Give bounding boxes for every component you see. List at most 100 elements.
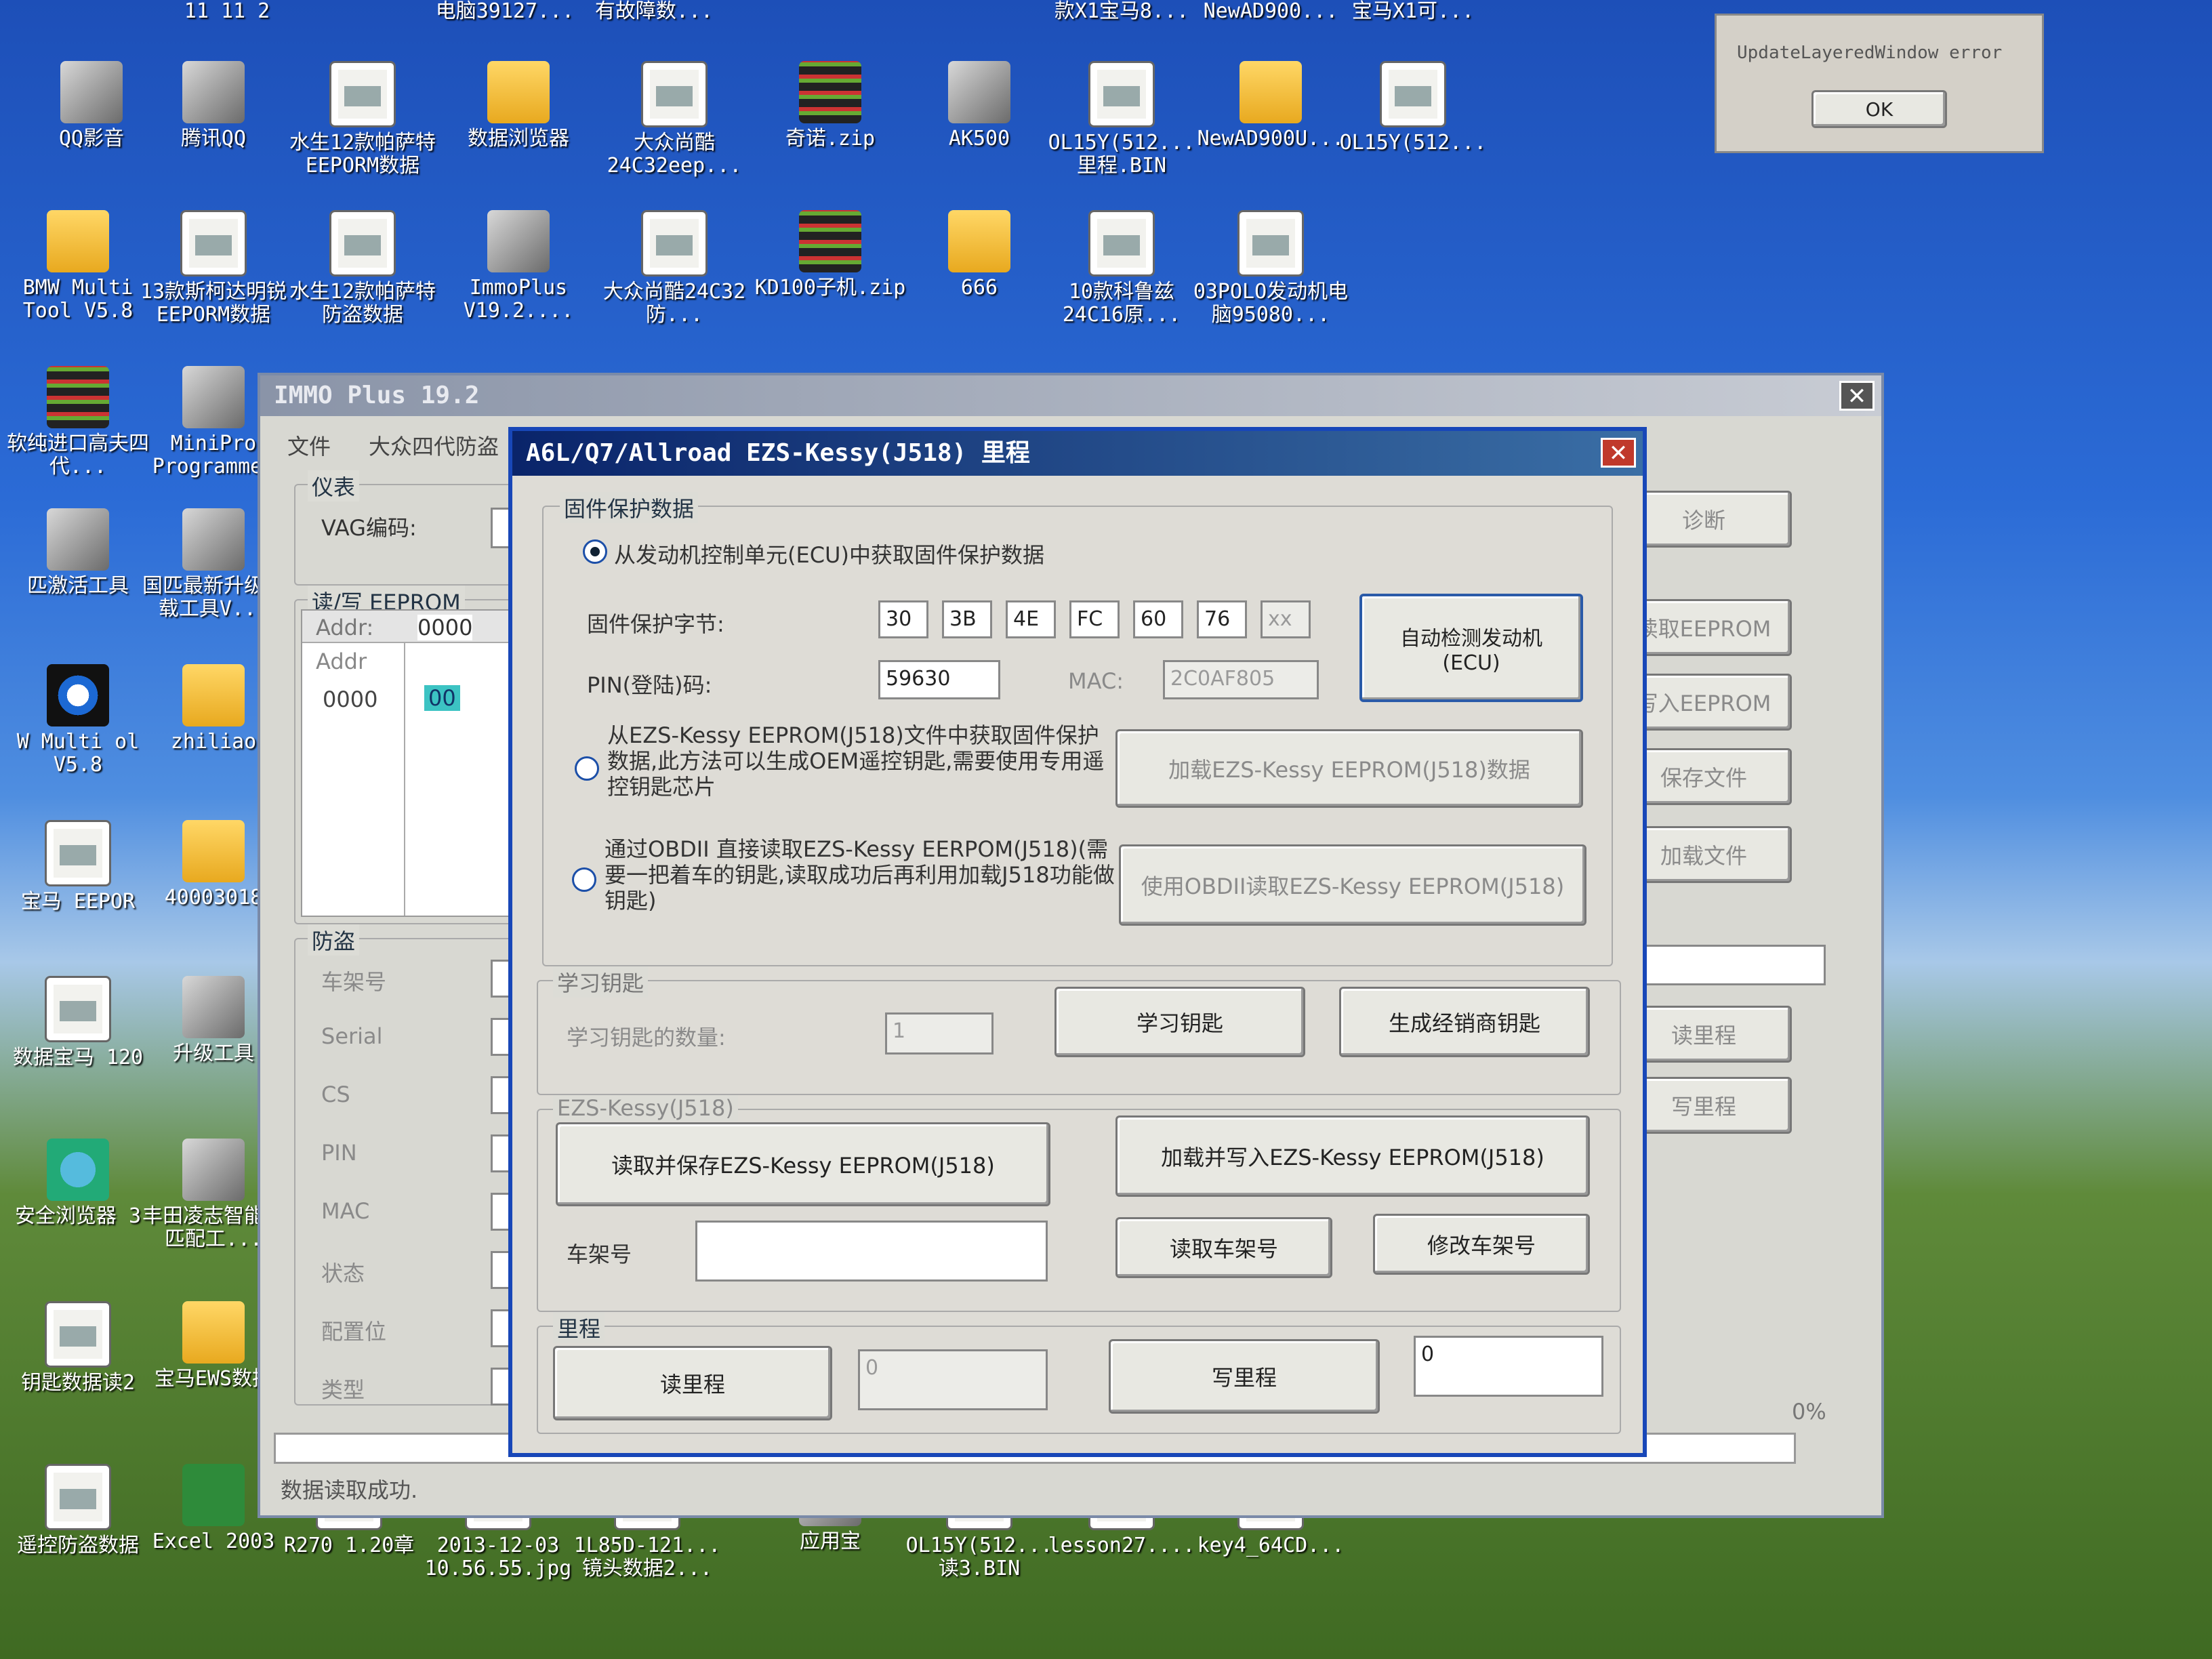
- hex-grid[interactable]: Addr: 0000 Addr 0000 00: [301, 609, 527, 917]
- desktop-icon[interactable]: 水生12款帕萨特防盗数据: [285, 210, 441, 327]
- write-mileage-button[interactable]: 写里程: [1109, 1339, 1380, 1414]
- menu-vw-immo4[interactable]: 大众四代防盗: [369, 430, 499, 461]
- row-value[interactable]: 00: [424, 685, 460, 711]
- desktop-icon[interactable]: BMW Multi Tool V5.8: [0, 210, 156, 323]
- desktop-icon[interactable]: 大众尚酷24C32eep...: [596, 61, 752, 178]
- immo-title: IMMO Plus 19.2: [274, 382, 480, 409]
- desktop-label: 11 11 2: [184, 0, 270, 23]
- desktop-icon[interactable]: 宝马 EEPOR: [0, 820, 156, 914]
- vin-field[interactable]: [695, 1221, 1048, 1282]
- desktop-icon[interactable]: 软纯进口高夫四代...: [0, 366, 156, 478]
- learn-count-field[interactable]: 1: [885, 1012, 994, 1054]
- desktop-icon-label: 升级工具: [173, 1042, 254, 1065]
- desktop-icon[interactable]: 水生12款帕萨特EEPORM数据: [285, 61, 441, 178]
- ok-button[interactable]: OK: [1811, 90, 1947, 128]
- opt-eeprom-radio[interactable]: [575, 756, 599, 781]
- col-addr: Addr: [316, 649, 367, 674]
- desktop-icon[interactable]: OL15Y(512...里程.BIN: [1044, 61, 1200, 178]
- error-message: UpdateLayeredWindow error: [1737, 43, 2003, 63]
- ie-icon: [47, 1139, 109, 1201]
- load-eeprom-button[interactable]: 加载EZS-Kessy EEPROM(J518)数据: [1115, 729, 1583, 808]
- excel-icon: [182, 1464, 245, 1526]
- desktop-icon-label: 安全浏览器 3: [14, 1204, 142, 1228]
- write-mileage-field[interactable]: 0: [1414, 1336, 1603, 1397]
- desktop-icon[interactable]: W Multi ol V5.8: [0, 664, 156, 777]
- desktop-icon-label: 数据浏览器: [468, 127, 569, 150]
- document-icon: [45, 820, 111, 886]
- desktop-icon[interactable]: KD100子机.zip: [752, 210, 908, 300]
- dealer-key-button[interactable]: 生成经销商钥匙: [1339, 987, 1590, 1057]
- desktop-label: 宝马X1可...: [1351, 0, 1475, 23]
- learn-key-button[interactable]: 学习钥匙: [1054, 987, 1305, 1057]
- folder-icon: [948, 210, 1010, 272]
- immo-field-label: PIN: [321, 1140, 357, 1166]
- desktop-icon[interactable]: 03POLO发动机电脑95080...: [1193, 210, 1349, 327]
- menu-file[interactable]: 文件: [287, 430, 331, 461]
- desktop-icon[interactable]: 大众尚酷24C32防...: [596, 210, 752, 327]
- fw-byte-field[interactable]: 76: [1197, 600, 1247, 638]
- desktop-icon-label: QQ影音: [58, 127, 125, 150]
- fw-byte-field[interactable]: 3B: [942, 600, 992, 638]
- immo-field-label: 类型: [321, 1377, 365, 1403]
- desktop-icon-label: 遥控防盗数据: [17, 1534, 139, 1557]
- obd-read-button[interactable]: 使用OBDII读取EZS-Kessy EEPROM(J518): [1119, 844, 1586, 926]
- desktop-icon[interactable]: 数据宝马 120: [0, 976, 156, 1069]
- desktop-icon-label: NewAD900U...: [1197, 127, 1345, 150]
- opt-ecu-radio[interactable]: [583, 539, 607, 564]
- ezs-legend: EZS-Kessy(J518): [553, 1095, 738, 1121]
- desktop-icon[interactable]: 奇诺.zip: [752, 61, 908, 150]
- fw-byte-field[interactable]: FC: [1069, 600, 1120, 638]
- desktop-icon-label: AK500: [948, 127, 1010, 150]
- desktop-icon[interactable]: 数据浏览器: [441, 61, 596, 150]
- mac-field[interactable]: 2C0AF805: [1163, 660, 1319, 699]
- mac-label: MAC:: [1068, 668, 1124, 694]
- dialog-close-button[interactable]: ✕: [1601, 438, 1636, 468]
- immo-close-button[interactable]: ✕: [1839, 381, 1875, 411]
- pin-field[interactable]: 59630: [878, 660, 1000, 699]
- error-dialog: UpdateLayeredWindow error OK: [1715, 14, 2044, 153]
- immo-field-label: Serial: [321, 1023, 383, 1049]
- desktop-icon-label: MiniPro Programmer: [152, 432, 275, 478]
- fw-byte-field[interactable]: 30: [878, 600, 928, 638]
- desktop-icon-label: zhiliao: [170, 730, 257, 754]
- desktop-icon-label: 1L85D-121...镜头数据2...: [573, 1534, 721, 1580]
- desktop-icon[interactable]: NewAD900U...: [1193, 61, 1349, 150]
- immo-field-label: MAC: [321, 1198, 370, 1224]
- read-save-eeprom-button[interactable]: 读取并保存EZS-Kessy EEPROM(J518): [556, 1122, 1050, 1206]
- desktop-icon[interactable]: ImmoPlus V19.2....: [441, 210, 596, 323]
- read-mileage-field[interactable]: 0: [858, 1349, 1048, 1410]
- desktop-icon-label: 10款科鲁兹24C16原...: [1062, 280, 1181, 327]
- desktop-icon-label: key4_64CD...: [1197, 1534, 1345, 1557]
- opt-ecu-label: 从发动机控制单元(ECU)中获取固件保护数据: [614, 542, 1044, 568]
- desktop-icon-label: 宝马 EEPOR: [20, 890, 136, 914]
- app-icon: [182, 61, 245, 123]
- desktop-icon[interactable]: 匹激活工具: [0, 508, 156, 598]
- desktop-icon[interactable]: 钥匙数据读2: [0, 1301, 156, 1395]
- read-vin-button[interactable]: 读取车架号: [1115, 1217, 1332, 1278]
- addr-value[interactable]: 0000: [417, 615, 473, 640]
- desktop-icon-label: 数据宝马 120: [12, 1046, 144, 1069]
- desktop-icon[interactable]: AK500: [901, 61, 1057, 150]
- desktop-icon[interactable]: 13款斯柯达明锐EEPORM数据: [136, 210, 291, 327]
- opt-obd-radio[interactable]: [572, 867, 596, 892]
- auto-detect-ecu-button[interactable]: 自动检测发动机(ECU): [1359, 594, 1583, 702]
- read-mileage-button[interactable]: 读里程: [553, 1346, 832, 1420]
- fw-byte-field[interactable]: 4E: [1006, 600, 1056, 638]
- desktop-icon-label: lesson27....: [1048, 1534, 1195, 1557]
- fw-byte-field[interactable]: xx: [1261, 600, 1311, 638]
- desktop-icon[interactable]: 遥控防盗数据: [0, 1464, 156, 1557]
- desktop-icon-label: OL15Y(512...读3.BIN: [905, 1534, 1053, 1580]
- document-icon: [329, 61, 396, 127]
- desktop-icon-label: 宝马EWS数据: [154, 1367, 273, 1391]
- edit-vin-button[interactable]: 修改车架号: [1373, 1214, 1590, 1275]
- desktop-icon[interactable]: 腾讯QQ: [136, 61, 291, 150]
- document-icon: [180, 210, 247, 276]
- desktop-icon[interactable]: 666: [901, 210, 1057, 300]
- load-write-eeprom-button[interactable]: 加载并写入EZS-Kessy EEPROM(J518): [1115, 1115, 1590, 1197]
- desktop-icon[interactable]: 10款科鲁兹24C16原...: [1044, 210, 1200, 327]
- vag-label: VAG编码:: [321, 515, 417, 541]
- desktop-icon[interactable]: 安全浏览器 3: [0, 1139, 156, 1228]
- fw-byte-field[interactable]: 60: [1133, 600, 1183, 638]
- learn-legend: 学习钥匙: [553, 966, 649, 998]
- desktop-icon[interactable]: OL15Y(512...: [1335, 61, 1491, 155]
